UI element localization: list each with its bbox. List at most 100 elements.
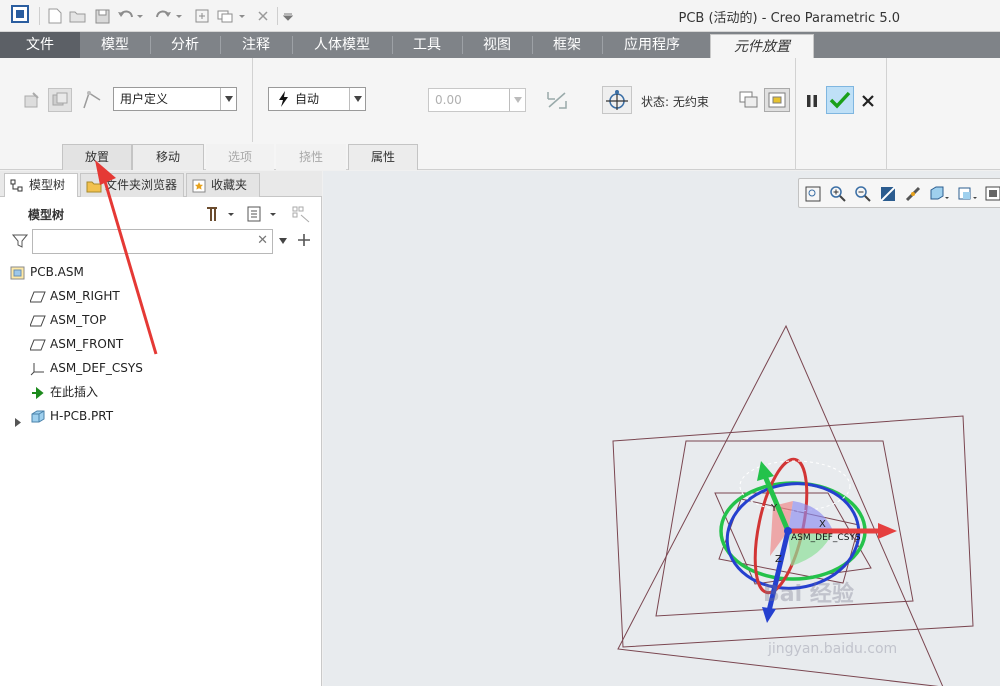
tree-node-label: 在此插入 bbox=[50, 385, 99, 399]
tree-node-asm-front[interactable]: ASM_FRONT bbox=[29, 333, 230, 355]
confirm-check-icon[interactable] bbox=[826, 86, 854, 114]
tree-node-label: ASM_RIGHT bbox=[50, 289, 120, 303]
chevron-down-icon bbox=[509, 89, 525, 111]
tab-tools[interactable]: 工具 bbox=[392, 32, 462, 58]
flip-constraint-icon[interactable] bbox=[544, 88, 570, 112]
tab-folder-browser[interactable]: 文件夹浏览器 bbox=[80, 173, 184, 197]
pause-icon[interactable] bbox=[802, 90, 822, 112]
x-axis-label: X bbox=[819, 519, 826, 530]
customize-toolbar-icon[interactable] bbox=[282, 6, 294, 26]
regenerate-icon[interactable] bbox=[192, 6, 212, 26]
ribbon-tab-bar: 文件 模型 分析 注释 人体模型 工具 视图 框架 应用程序 元件放置 bbox=[0, 32, 1000, 58]
subtab-properties[interactable]: 属性 bbox=[348, 144, 418, 170]
separate-window-icon[interactable] bbox=[738, 90, 760, 110]
constraint-type-dropdown[interactable]: 自动 bbox=[268, 87, 366, 111]
graphics-viewport[interactable]: Y X Z ASM_DEF_CSYS Bai 经验 jingyan.baidu.… bbox=[323, 171, 1000, 686]
tree-node-label: ASM_TOP bbox=[50, 313, 107, 327]
z-axis-label: Z bbox=[775, 554, 782, 565]
filter-funnel-icon bbox=[10, 231, 30, 251]
y-axis-label: Y bbox=[771, 503, 778, 514]
tab-human-model[interactable]: 人体模型 bbox=[292, 32, 392, 58]
tree-node-label: ASM_DEF_CSYS bbox=[50, 361, 143, 375]
save-icon[interactable] bbox=[93, 6, 111, 26]
tree-filter-grid-icon[interactable] bbox=[290, 204, 312, 224]
constraint-set-dropdown[interactable]: 用户定义 bbox=[113, 87, 237, 111]
windows-icon[interactable] bbox=[216, 6, 248, 26]
cancel-x-icon[interactable] bbox=[858, 90, 878, 112]
chevron-down-icon bbox=[349, 88, 365, 110]
subtab-move[interactable]: 移动 bbox=[132, 144, 204, 170]
window-title: PCB (活动的) - Creo Parametric 5.0 bbox=[678, 11, 901, 26]
ribbon-group-separator bbox=[795, 58, 796, 170]
tree-columns-icon[interactable] bbox=[245, 204, 279, 224]
part-icon bbox=[30, 409, 46, 423]
watermark-brand: Bai 经验 bbox=[763, 582, 854, 607]
title-bar: PCB (活动的) - Creo Parametric 5.0 bbox=[0, 0, 1000, 32]
expand-arrow-icon[interactable] bbox=[14, 412, 22, 434]
tree-node-h-pcb-part[interactable]: H-PCB.PRT bbox=[14, 405, 214, 427]
constraint-type-value: 自动 bbox=[295, 92, 320, 106]
tab-file[interactable]: 文件 bbox=[0, 32, 80, 58]
model-tree-search-input[interactable]: ✕ bbox=[32, 229, 273, 254]
favorites-icon bbox=[192, 178, 206, 193]
tab-analysis[interactable]: 分析 bbox=[150, 32, 220, 58]
y-axis-arrowhead bbox=[757, 461, 774, 481]
datum-plane-icon bbox=[29, 337, 46, 351]
x-axis-arrowhead bbox=[878, 523, 897, 539]
placement-status-label: 状态: 无约束 bbox=[641, 95, 709, 109]
close-window-icon[interactable] bbox=[255, 6, 271, 26]
tree-node-asm-top[interactable]: ASM_TOP bbox=[29, 309, 230, 331]
tab-model-tree[interactable]: 模型树 bbox=[4, 173, 78, 197]
placement-status-icon[interactable] bbox=[602, 86, 632, 114]
tab-applications[interactable]: 应用程序 bbox=[602, 32, 702, 58]
clear-search-icon[interactable]: ✕ bbox=[257, 233, 268, 248]
subtab-options: 选项 bbox=[206, 144, 274, 170]
undo-icon[interactable] bbox=[117, 6, 143, 26]
offset-value-dropdown[interactable]: 0.00 bbox=[428, 88, 526, 112]
interface-placement-icon[interactable] bbox=[22, 90, 42, 110]
model-tree-header: 模型树 bbox=[28, 208, 65, 222]
open-file-icon[interactable] bbox=[68, 6, 88, 26]
tab-model-tree-label: 模型树 bbox=[29, 178, 66, 192]
csys-icon bbox=[30, 361, 46, 376]
folder-icon bbox=[86, 178, 102, 193]
tree-icon bbox=[10, 178, 24, 192]
tab-favorites-label: 收藏夹 bbox=[211, 178, 248, 192]
tab-model[interactable]: 模型 bbox=[80, 32, 150, 58]
search-options-chevron-icon[interactable] bbox=[277, 235, 289, 247]
datum-plane-icon bbox=[29, 289, 46, 303]
tab-annotate[interactable]: 注释 bbox=[220, 32, 292, 58]
navigator-panel: 模型树 文件夹浏览器 收藏夹 模型树 ✕ PCB.ASM ASM_RIGHT A… bbox=[0, 171, 322, 686]
tree-node-assembly[interactable]: PCB.ASM bbox=[10, 261, 210, 283]
navigator-tabs: 模型树 文件夹浏览器 收藏夹 bbox=[0, 171, 322, 197]
assembly-icon bbox=[10, 265, 26, 280]
mechanism-connection-icon[interactable] bbox=[80, 88, 104, 112]
tab-view[interactable]: 视图 bbox=[462, 32, 532, 58]
subtab-placement[interactable]: 放置 bbox=[62, 144, 132, 170]
ribbon-group-separator bbox=[886, 58, 887, 170]
tree-node-asm-def-csys[interactable]: ASM_DEF_CSYS bbox=[30, 357, 230, 379]
creo-app-icon[interactable] bbox=[11, 5, 29, 23]
tab-component-placement[interactable]: 元件放置 bbox=[710, 34, 814, 58]
datum-plane-icon bbox=[29, 313, 46, 327]
plane-quadrant-blue bbox=[788, 501, 833, 531]
tree-node-label: H-PCB.PRT bbox=[50, 409, 114, 423]
constraint-set-value: 用户定义 bbox=[120, 92, 169, 106]
lightning-icon bbox=[277, 90, 289, 115]
tab-folder-browser-label: 文件夹浏览器 bbox=[105, 178, 178, 192]
quick-access-separator bbox=[39, 7, 40, 25]
redo-icon[interactable] bbox=[156, 6, 182, 26]
assembly-window-icon[interactable] bbox=[764, 88, 790, 112]
tab-framework[interactable]: 框架 bbox=[532, 32, 602, 58]
tree-node-insert-here[interactable]: 在此插入 bbox=[30, 381, 230, 403]
baidu-watermark-url: jingyan.baidu.com bbox=[768, 641, 898, 657]
tree-node-asm-right[interactable]: ASM_RIGHT bbox=[29, 285, 230, 307]
offset-value: 0.00 bbox=[435, 93, 462, 107]
quick-access-separator bbox=[277, 7, 278, 25]
add-filter-icon[interactable] bbox=[296, 232, 312, 248]
tab-favorites[interactable]: 收藏夹 bbox=[186, 173, 260, 197]
tree-settings-icon[interactable] bbox=[203, 204, 237, 224]
constraint-placement-icon[interactable] bbox=[48, 88, 72, 112]
new-file-icon[interactable] bbox=[46, 6, 64, 26]
z-axis-arrowhead bbox=[762, 607, 776, 623]
